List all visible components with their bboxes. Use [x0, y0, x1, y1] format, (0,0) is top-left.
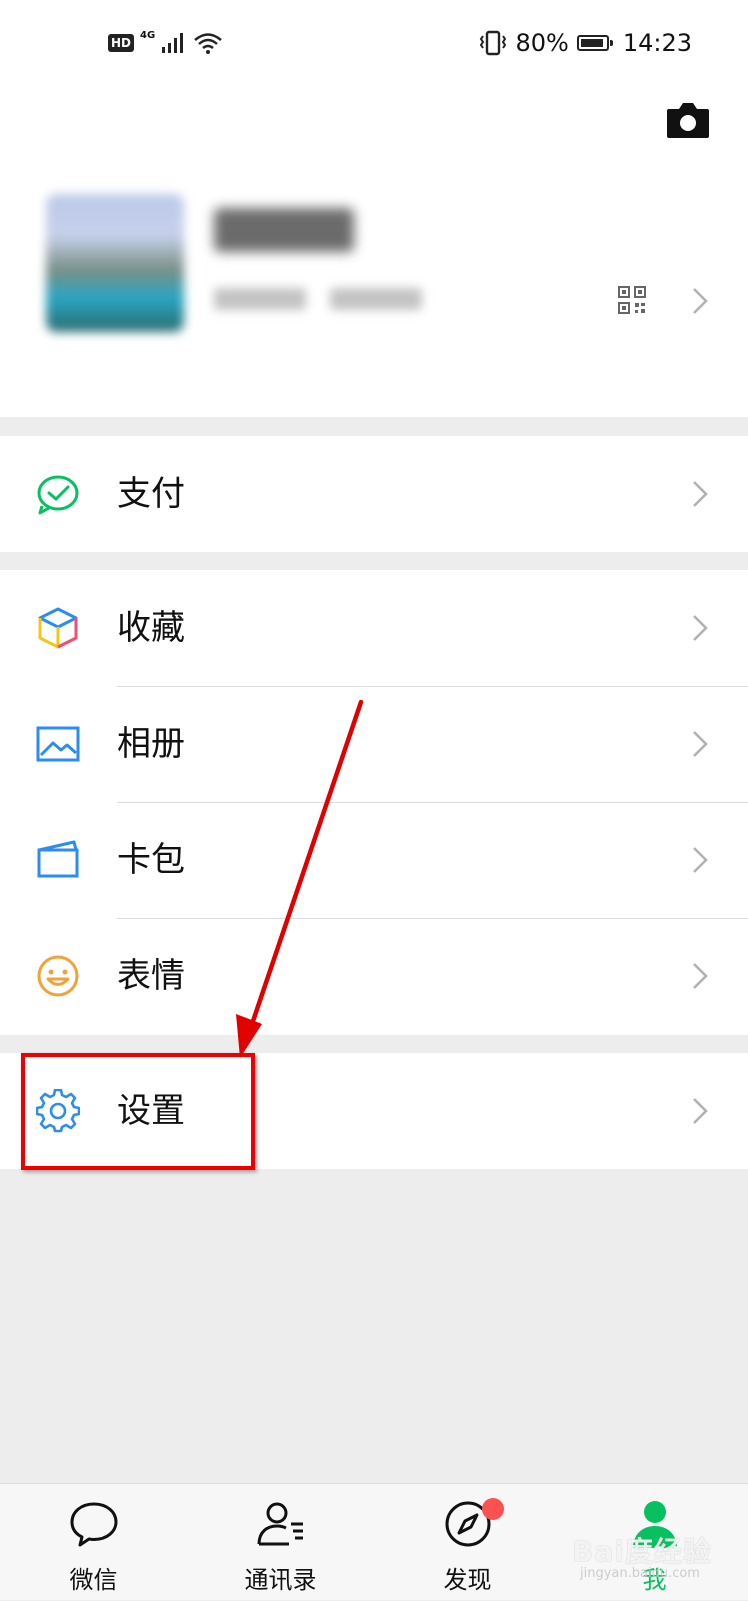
qr-code-icon[interactable] — [618, 286, 646, 314]
services-group: 收藏 相册 卡包 表情 — [0, 570, 748, 1035]
chevron-right-icon — [693, 847, 708, 873]
favorites-icon — [38, 607, 78, 649]
menu-item-favorites[interactable]: 收藏 — [0, 570, 748, 686]
profile-chevron-right-icon — [693, 288, 708, 314]
wechat-id-blurred — [214, 288, 422, 314]
menu-item-pay[interactable]: 支付 — [0, 436, 748, 552]
chat-bubble-icon — [70, 1502, 117, 1547]
menu-label-cards: 卡包 — [117, 840, 185, 880]
menu-label-pay: 支付 — [117, 474, 185, 514]
hd-badge: HD — [108, 34, 135, 52]
menu-label-stickers: 表情 — [117, 956, 185, 996]
chevron-right-icon — [693, 481, 708, 507]
tab-chats[interactable]: 微信 — [0, 1484, 187, 1601]
status-left: HD 4G — [108, 26, 223, 60]
menu-item-stickers[interactable]: 表情 — [0, 918, 748, 1034]
pay-group: 支付 — [0, 436, 748, 552]
signal-icon — [162, 33, 184, 53]
menu-item-cards[interactable]: 卡包 — [0, 802, 748, 918]
wechat-me-screen: HD 4G 80% 14:23 支付 收藏 相册 卡包 表情 设置 微信 通讯录… — [0, 0, 748, 1600]
tab-label-contacts: 通讯录 — [244, 1566, 317, 1594]
clock: 14:23 — [622, 29, 692, 57]
tab-label-discover: 发现 — [443, 1566, 492, 1594]
chevron-right-icon — [693, 615, 708, 641]
menu-label-album: 相册 — [117, 724, 185, 764]
chevron-right-icon — [693, 963, 708, 989]
discover-badge-dot — [482, 1498, 504, 1520]
card-wallet-icon — [37, 840, 79, 878]
battery-percent: 80% — [515, 29, 569, 57]
camera-icon[interactable] — [665, 100, 711, 140]
tab-label-chats: 微信 — [69, 1566, 118, 1594]
avatar[interactable] — [46, 194, 184, 332]
annotation-highlight-box — [21, 1053, 255, 1170]
tab-contacts[interactable]: 通讯录 — [187, 1484, 374, 1601]
sticker-icon — [37, 955, 79, 997]
menu-label-favorites: 收藏 — [117, 608, 185, 648]
pay-icon — [37, 475, 79, 515]
wifi-icon — [194, 33, 222, 54]
battery-icon — [576, 35, 613, 51]
vibrate-icon — [480, 30, 507, 56]
nickname-blurred — [214, 208, 354, 252]
chevron-right-icon — [693, 1098, 708, 1124]
contacts-icon — [257, 1502, 303, 1546]
chevron-right-icon — [693, 731, 708, 757]
network-type: 4G — [140, 29, 156, 41]
profile-card[interactable] — [0, 88, 748, 417]
menu-item-album[interactable]: 相册 — [0, 686, 748, 802]
watermark-url: jingyan.baidu.com — [580, 1566, 700, 1581]
status-bar: HD 4G 80% 14:23 — [0, 0, 748, 88]
tab-discover[interactable]: 发现 — [374, 1484, 561, 1601]
watermark: Bai度经验 — [572, 1535, 712, 1568]
status-right: 80% 14:23 — [479, 26, 692, 60]
album-icon — [36, 726, 80, 762]
